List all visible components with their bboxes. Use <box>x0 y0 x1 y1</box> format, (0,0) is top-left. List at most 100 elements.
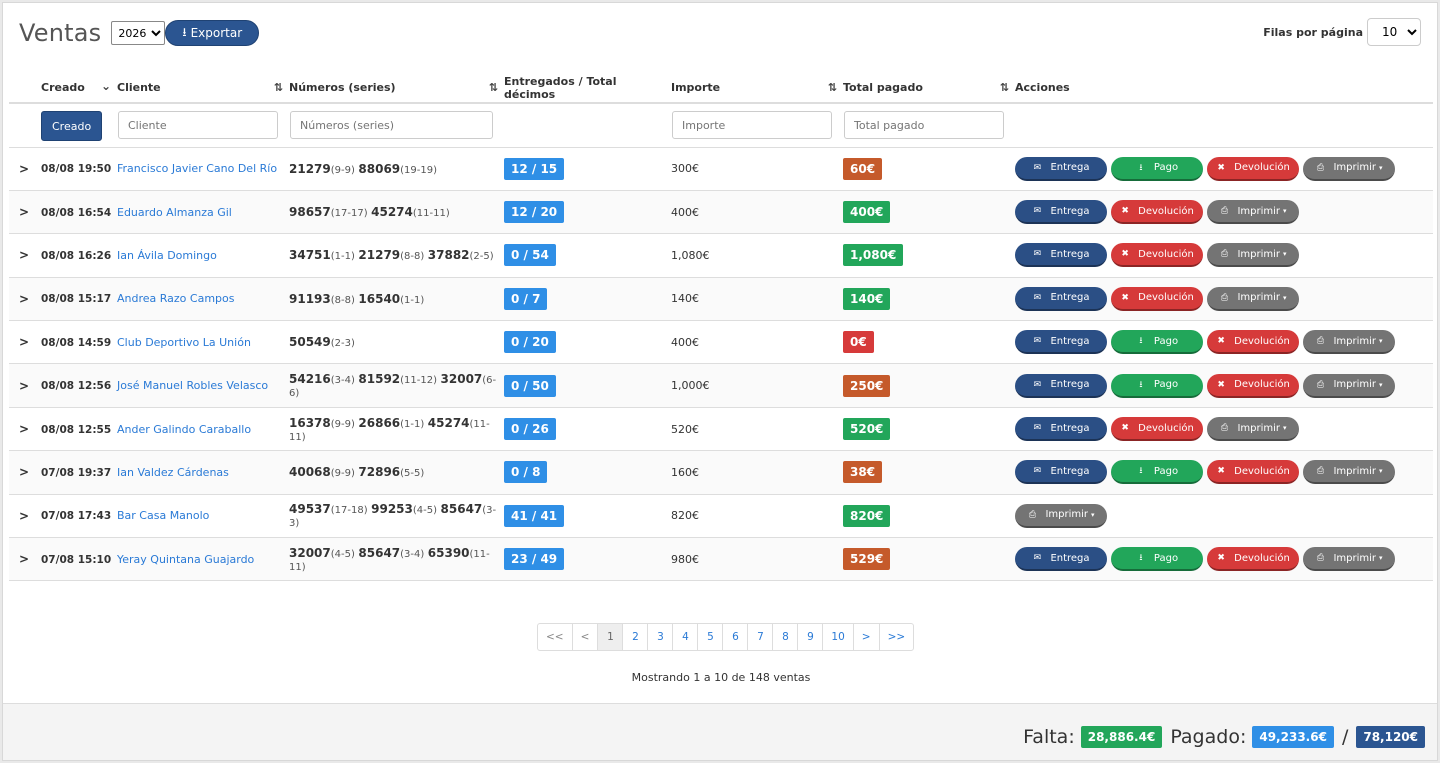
devolucion-button[interactable]: ✖ Devolución <box>1207 330 1299 355</box>
row-client-link[interactable]: Eduardo Almanza Gil <box>117 206 232 219</box>
expand-chevron-icon[interactable]: > <box>9 422 29 436</box>
entrega-button[interactable]: ✉ Entrega <box>1015 286 1107 311</box>
expand-chevron-icon[interactable]: > <box>9 162 29 176</box>
row-date: 07/08 15:10 <box>41 553 112 566</box>
page-link[interactable]: 5 <box>697 624 722 650</box>
creado-filter-button[interactable]: Creado <box>41 111 103 141</box>
pago-button[interactable]: ⭳ Pago <box>1111 373 1203 398</box>
expand-chevron-icon[interactable]: > <box>9 335 29 349</box>
caret-down-icon: ▾ <box>1379 467 1383 476</box>
envelope-icon: ✉ <box>1033 292 1042 303</box>
entrega-button[interactable]: ✉ Entrega <box>1015 200 1107 225</box>
devolucion-button[interactable]: ✖ Devolución <box>1207 156 1299 181</box>
row-client-link[interactable]: Francisco Javier Cano Del Río <box>117 162 277 175</box>
imprimir-button[interactable]: ⎙ Imprimir ▾ <box>1015 503 1107 528</box>
page-link[interactable]: >> <box>878 624 914 650</box>
download-icon: ⭳ <box>1139 553 1143 564</box>
imprimir-button[interactable]: ⎙ Imprimir ▾ <box>1303 460 1395 485</box>
imprimir-button[interactable]: ⎙ Imprimir ▾ <box>1303 547 1395 572</box>
imprimir-button[interactable]: ⎙ Imprimir ▾ <box>1303 373 1395 398</box>
export-button[interactable]: ⭳ Exportar <box>165 20 260 46</box>
page-link[interactable]: > <box>852 624 879 650</box>
table-row: > 07/08 17:43 Bar Casa Manolo 49537(17-1… <box>9 494 1433 539</box>
rows-per-page-select[interactable]: 10 <box>1367 18 1421 46</box>
pago-button[interactable]: ⭳ Pago <box>1111 547 1203 572</box>
page-link[interactable]: 2 <box>622 624 647 650</box>
row-client-link[interactable]: Yeray Quintana Guajardo <box>117 553 254 566</box>
page-link[interactable]: < <box>571 624 598 650</box>
download-icon: ⭳ <box>182 24 187 39</box>
imprimir-button[interactable]: ⎙ Imprimir ▾ <box>1207 286 1299 311</box>
page-link[interactable]: 6 <box>722 624 747 650</box>
entrega-button[interactable]: ✉ Entrega <box>1015 373 1107 398</box>
col-importe[interactable]: Importe ⇅ <box>671 73 843 104</box>
pago-button[interactable]: ⭳ Pago <box>1111 460 1203 485</box>
envelope-icon: ✉ <box>1033 466 1042 477</box>
row-client-link[interactable]: Ian Valdez Cárdenas <box>117 466 229 479</box>
row-client-link[interactable]: Andrea Razo Campos <box>117 292 235 305</box>
devolucion-button[interactable]: ✖ Devolución <box>1207 460 1299 485</box>
page-link[interactable]: << <box>538 624 572 650</box>
row-client-link[interactable]: José Manuel Robles Velasco <box>117 379 268 392</box>
imprimir-button[interactable]: ⎙ Imprimir ▾ <box>1207 417 1299 442</box>
filter-row: Creado <box>9 103 1433 148</box>
imprimir-button[interactable]: ⎙ Imprimir ▾ <box>1207 243 1299 268</box>
total-pagado-filter-input[interactable] <box>844 111 1004 140</box>
page-link[interactable]: 4 <box>672 624 697 650</box>
pago-button[interactable]: ⭳ Pago <box>1111 330 1203 355</box>
numeros-filter-input[interactable] <box>290 111 493 140</box>
row-paid-badge: 140€ <box>843 287 891 310</box>
entrega-button[interactable]: ✉ Entrega <box>1015 243 1107 268</box>
page-link[interactable]: 7 <box>747 624 772 650</box>
entrega-button[interactable]: ✉ Entrega <box>1015 330 1107 355</box>
expand-chevron-icon[interactable]: > <box>9 248 29 262</box>
row-numbers: 16378(9-9) 26866(1-1) 45274(11-11) <box>289 415 490 443</box>
envelope-icon: ✉ <box>1033 206 1042 217</box>
close-icon: ✖ <box>1217 162 1225 173</box>
entrega-button[interactable]: ✉ Entrega <box>1015 460 1107 485</box>
devolucion-button[interactable]: ✖ Devolución <box>1207 373 1299 398</box>
table-row: > 08/08 14:59 Club Deportivo La Unión 50… <box>9 320 1433 365</box>
page-link[interactable]: 3 <box>647 624 672 650</box>
expand-chevron-icon[interactable]: > <box>9 509 29 523</box>
print-icon: ⎙ <box>1316 466 1325 477</box>
imprimir-button[interactable]: ⎙ Imprimir ▾ <box>1303 330 1395 355</box>
envelope-icon: ✉ <box>1033 162 1042 173</box>
row-client-link[interactable]: Club Deportivo La Unión <box>117 336 251 349</box>
expand-chevron-icon[interactable]: > <box>9 292 29 306</box>
importe-filter-input[interactable] <box>672 111 832 140</box>
row-client-link[interactable]: Ander Galindo Caraballo <box>117 423 251 436</box>
expand-chevron-icon[interactable]: > <box>9 465 29 479</box>
pago-button[interactable]: ⭳ Pago <box>1111 156 1203 181</box>
page-link[interactable]: 9 <box>797 624 822 650</box>
imprimir-button[interactable]: ⎙ Imprimir ▾ <box>1207 200 1299 225</box>
year-select[interactable]: 2026 <box>111 21 166 45</box>
devolucion-button[interactable]: ✖ Devolución <box>1111 417 1203 442</box>
entrega-button[interactable]: ✉ Entrega <box>1015 547 1107 572</box>
print-icon: ⎙ <box>1028 509 1037 520</box>
devolucion-button[interactable]: ✖ Devolución <box>1111 243 1203 268</box>
imprimir-button[interactable]: ⎙ Imprimir ▾ <box>1303 156 1395 181</box>
close-icon: ✖ <box>1121 206 1129 217</box>
row-actions: ✉ Entrega ⭳ Pago ✖ Devolución ⎙ Imprimir… <box>1015 547 1433 572</box>
row-client-link[interactable]: Bar Casa Manolo <box>117 509 209 522</box>
col-total-pagado[interactable]: Total pagado ⇅ <box>843 73 1015 104</box>
col-cliente[interactable]: Cliente ⇅ <box>117 73 289 104</box>
page-link[interactable]: 1 <box>597 624 623 650</box>
page-link[interactable]: 10 <box>822 624 852 650</box>
devolucion-button[interactable]: ✖ Devolución <box>1207 547 1299 572</box>
expand-chevron-icon[interactable]: > <box>9 205 29 219</box>
entrega-button[interactable]: ✉ Entrega <box>1015 417 1107 442</box>
row-importe: 400€ <box>671 335 699 349</box>
page-link[interactable]: 8 <box>772 624 797 650</box>
row-client-link[interactable]: Ian Ávila Domingo <box>117 249 217 262</box>
row-delivered-badge: 23 / 49 <box>504 548 565 571</box>
col-creado[interactable]: Creado ⌄ <box>41 73 117 104</box>
entrega-button[interactable]: ✉ Entrega <box>1015 156 1107 181</box>
devolucion-button[interactable]: ✖ Devolución <box>1111 200 1203 225</box>
devolucion-button[interactable]: ✖ Devolución <box>1111 286 1203 311</box>
expand-chevron-icon[interactable]: > <box>9 379 29 393</box>
col-numeros[interactable]: Números (series) ⇅ <box>289 73 504 104</box>
expand-chevron-icon[interactable]: > <box>9 552 29 566</box>
cliente-filter-input[interactable] <box>118 111 278 140</box>
